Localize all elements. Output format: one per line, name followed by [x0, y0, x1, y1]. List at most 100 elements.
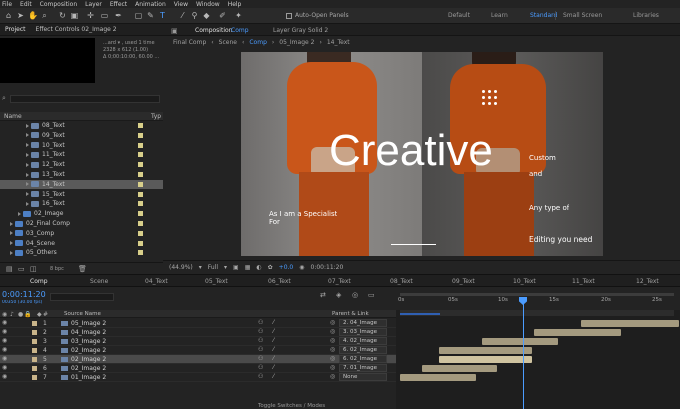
brush-tool-icon[interactable]: ⁄: [178, 11, 187, 20]
parent-dropdown[interactable]: 3. 03_Image: [339, 328, 387, 336]
crumb-text[interactable]: 14_Text: [327, 39, 350, 46]
crumb-comp[interactable]: Comp: [249, 39, 267, 46]
project-item[interactable]: 08_Text: [0, 121, 163, 130]
toggle-switches-modes[interactable]: Toggle Switches / Modes: [258, 403, 325, 409]
shy-icon[interactable]: ⚇: [258, 346, 263, 353]
selection-tool-icon[interactable]: ➤: [16, 11, 25, 20]
menu-animation[interactable]: Animation: [135, 1, 166, 8]
shy-icon[interactable]: ⚇: [258, 364, 263, 371]
anchor-tool-icon[interactable]: ✛: [86, 11, 95, 20]
right-line-editing[interactable]: Editing you need: [529, 235, 592, 244]
video-toggle-icon[interactable]: ◉: [2, 311, 7, 318]
menu-window[interactable]: Window: [196, 1, 220, 8]
timeline-search-input[interactable]: [50, 293, 114, 301]
right-line-custom[interactable]: Custom: [529, 154, 556, 162]
pickwhip-icon[interactable]: ◎: [330, 346, 335, 353]
zoom-tool-icon[interactable]: ⌕: [40, 11, 49, 20]
expand-triangle-icon[interactable]: [26, 143, 29, 148]
layer-name[interactable]: 02_Image 2: [71, 356, 106, 363]
auto-open-checkbox[interactable]: [286, 12, 292, 19]
expand-triangle-icon[interactable]: [26, 123, 29, 128]
time-ruler[interactable]: 0s 05s 10s 15s 20s 25s: [396, 287, 680, 310]
label-color-swatch[interactable]: [32, 330, 37, 335]
expand-triangle-icon[interactable]: [10, 241, 13, 246]
timeline-tab[interactable]: 07_Text: [328, 278, 351, 285]
timeline-tab[interactable]: 04_Text: [145, 278, 168, 285]
label-color-swatch[interactable]: [32, 321, 37, 326]
graph-editor-icon[interactable]: ▭: [368, 291, 375, 299]
puppet-pin-icon[interactable]: ✦: [234, 11, 243, 20]
shy-icon[interactable]: ⚇: [258, 355, 263, 362]
auto-open-panels[interactable]: Auto-Open Panels: [286, 12, 349, 19]
trash-icon[interactable]: 🗑: [78, 265, 87, 273]
expand-triangle-icon[interactable]: [26, 172, 29, 177]
label-color-swatch[interactable]: [138, 123, 143, 128]
rotate-tool-icon[interactable]: ↻: [58, 11, 67, 20]
workspace-small-screen[interactable]: Small Screen: [563, 12, 602, 19]
project-search[interactable]: ⌕: [0, 94, 160, 104]
layer-name[interactable]: 01_Image 2: [71, 374, 106, 381]
timeline-tab[interactable]: 06_Text: [268, 278, 291, 285]
eye-icon[interactable]: ◉: [2, 328, 7, 335]
layer-name[interactable]: 05_Image 2: [71, 320, 106, 327]
solo-toggle-icon[interactable]: ●: [18, 311, 23, 318]
project-search-input[interactable]: [10, 95, 160, 103]
timeline-layer-row[interactable]: ◉ 7 01_Image 2 ⚇ ⁄ ◎ None: [0, 373, 396, 382]
draft-3d-icon[interactable]: ◈: [336, 291, 341, 299]
project-item[interactable]: 12_Text: [0, 160, 163, 169]
project-item[interactable]: 05_Others: [0, 248, 163, 257]
parent-dropdown[interactable]: 2. 04_Image: [339, 319, 387, 327]
project-item[interactable]: 10_Text: [0, 141, 163, 150]
label-color-swatch[interactable]: [138, 221, 143, 226]
label-color-swatch[interactable]: [138, 132, 143, 138]
timeline-tab[interactable]: Comp: [30, 278, 48, 285]
workspace-default[interactable]: Default: [448, 12, 470, 19]
layer-duration-bar[interactable]: [482, 338, 559, 345]
label-color-swatch[interactable]: [138, 250, 143, 256]
label-color-swatch[interactable]: [138, 240, 143, 246]
playhead-line[interactable]: [523, 299, 524, 409]
project-item[interactable]: 15_Text: [0, 190, 163, 199]
menu-file[interactable]: File: [2, 1, 12, 8]
shy-icon[interactable]: ⚇: [258, 373, 263, 380]
expand-triangle-icon[interactable]: [26, 192, 29, 197]
timeline-tab[interactable]: 11_Text: [572, 278, 595, 285]
label-color-swatch[interactable]: [32, 375, 37, 380]
color-channels-icon[interactable]: ✿: [268, 264, 273, 271]
menu-view[interactable]: View: [174, 1, 188, 8]
tab-effect-controls[interactable]: Effect Controls 02_Image 2: [31, 26, 122, 33]
right-line-and[interactable]: and: [529, 170, 542, 178]
label-color-swatch[interactable]: [138, 191, 143, 197]
layer-duration-bar[interactable]: [438, 347, 532, 354]
timeline-tab[interactable]: Scene: [90, 278, 108, 285]
crumb-image[interactable]: 05_Image 2: [279, 39, 314, 46]
menu-edit[interactable]: Edit: [20, 1, 32, 8]
pickwhip-icon[interactable]: ◎: [330, 337, 335, 344]
mask-visibility-icon[interactable]: ◐: [256, 264, 261, 271]
timeline-tab[interactable]: 08_Text: [390, 278, 413, 285]
layer-duration-bar[interactable]: [580, 320, 680, 327]
label-color-swatch[interactable]: [32, 348, 37, 353]
project-item[interactable]: 02_Image: [0, 209, 163, 218]
transparency-grid-icon[interactable]: ▦: [245, 264, 251, 271]
interpret-footage-icon[interactable]: ▤: [6, 265, 13, 273]
lock-toggle-icon[interactable]: 🔒: [24, 311, 31, 318]
resolution-dropdown[interactable]: Full: [208, 264, 218, 271]
left-caption-2[interactable]: For: [269, 218, 280, 226]
expand-triangle-icon[interactable]: [26, 133, 29, 138]
pen-tool-icon[interactable]: ✒: [114, 11, 123, 20]
parent-dropdown[interactable]: None: [339, 373, 387, 381]
eye-icon[interactable]: ◉: [2, 337, 7, 344]
region-of-interest-icon[interactable]: ▣: [233, 264, 239, 271]
type-tool-icon[interactable]: T: [158, 11, 167, 20]
source-name-header[interactable]: Source Name: [64, 311, 101, 317]
timeline-layer-row[interactable]: ◉ 2 04_Image 2 ⚇ ⁄ ◎ 3. 03_Image: [0, 328, 396, 337]
parent-dropdown[interactable]: 6. 02_Image: [339, 355, 387, 363]
pen-tool-2-icon[interactable]: ✎: [146, 11, 155, 20]
column-name-header[interactable]: Name: [4, 113, 22, 120]
snapshot-icon[interactable]: ◉: [299, 264, 304, 271]
label-color-swatch[interactable]: [138, 142, 143, 148]
layer-name[interactable]: 02_Image 2: [71, 347, 106, 354]
layer-duration-bar[interactable]: [533, 329, 622, 336]
project-item[interactable]: 11_Text: [0, 150, 163, 159]
